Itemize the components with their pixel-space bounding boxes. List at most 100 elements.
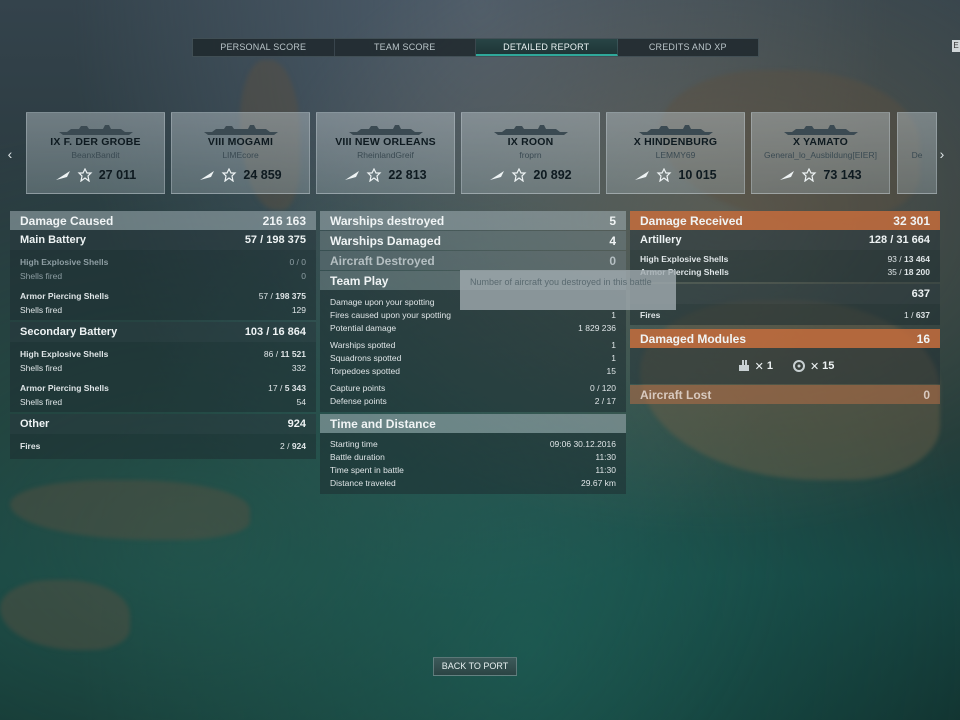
received-fires-header: 637 xyxy=(630,284,940,304)
artillery-details: High Explosive Shells 93 / 13 464 Armor P… xyxy=(630,250,940,282)
artillery-value: 128 / 31 664 xyxy=(868,234,930,246)
team-play-label: Team Play xyxy=(330,273,389,288)
ship-stats: 10 015 xyxy=(607,167,744,183)
ship-score: 27 011 xyxy=(98,168,137,182)
medal-icon xyxy=(366,167,382,183)
received-fires-details: Fires 1 / 637 xyxy=(630,304,940,325)
ship-name: IX ROON xyxy=(507,136,554,148)
ship-silhouette-icon xyxy=(57,123,135,135)
damage-received-label: Damage Received xyxy=(640,213,743,228)
ship-stats: 73 143 xyxy=(752,167,889,183)
damaged-modules-list: ✕ 1 ✕ 15 xyxy=(630,348,940,384)
main-battery-details: High Explosive Shells 0 / 0 Shells fired 0… xyxy=(10,250,316,320)
team-play-row: Potential damage 1 829 236 xyxy=(330,323,616,333)
ship-stats: 22 813 xyxy=(317,167,454,183)
ship-card[interactable]: VIII NEW ORLEANS RheinlandGreif 22 813 xyxy=(316,112,455,194)
team-play-row: Capture points 0 / 120 xyxy=(330,383,616,393)
main-battery-label: Main Battery xyxy=(20,234,87,246)
time-row: Battle duration 11:30 xyxy=(330,452,616,462)
other-details: Fires 2 / 924 xyxy=(10,434,316,459)
secondary-battery-header: Secondary Battery 103 / 16 864 xyxy=(10,322,316,342)
time-distance-header: Time and Distance xyxy=(320,414,626,433)
chevron-left-icon[interactable]: ‹ xyxy=(4,146,16,162)
he-shells-fired-row: Shells fired 0 xyxy=(20,271,306,281)
plane-icon xyxy=(199,168,215,182)
aircraft-destroyed-tooltip: Number of aircraft you destroyed in this… xyxy=(460,270,676,310)
ship-silhouette-icon xyxy=(782,123,860,135)
tab-team-score[interactable]: TEAM SCORE xyxy=(335,39,476,56)
aircraft-destroyed-label: Aircraft Destroyed xyxy=(330,253,435,268)
ship-card[interactable]: VIII MOGAMI LIMEcore 24 859 xyxy=(171,112,310,194)
fires-row: Fires 2 / 924 xyxy=(20,441,306,451)
received-ap-row: Armor Piercing Shells 35 / 18 200 xyxy=(640,267,930,277)
time-row: Distance traveled 29.67 km xyxy=(330,478,616,488)
team-play-row: Defense points 2 / 17 xyxy=(330,396,616,406)
other-header: Other 924 xyxy=(10,414,316,434)
time-distance-details: Starting time 09:06 30.12.2016 Battle dur… xyxy=(320,433,626,494)
time-distance-label: Time and Distance xyxy=(330,416,436,431)
aircraft-destroyed-value: 0 xyxy=(609,253,616,268)
medal-icon xyxy=(656,167,672,183)
gun-turret-icon xyxy=(738,360,749,371)
damage-received-value: 32 301 xyxy=(893,213,930,228)
ship-stats: 24 859 xyxy=(172,167,309,183)
ship-player: De xyxy=(911,150,923,160)
ship-name: VIII NEW ORLEANS xyxy=(335,136,436,148)
damage-caused-value: 216 163 xyxy=(262,213,306,228)
ship-stats: 20 892 xyxy=(462,167,599,183)
engine-icon xyxy=(792,360,805,372)
aircraft-lost-value: 0 xyxy=(923,387,930,402)
medal-icon xyxy=(221,167,237,183)
main-battery-value: 57 / 198 375 xyxy=(244,234,306,246)
background-rock xyxy=(10,480,250,540)
plane-icon xyxy=(344,168,360,182)
ship-player: BeanxBandit xyxy=(71,150,120,160)
ship-card[interactable]: X HINDENBURG LEMMY69 10 015 xyxy=(606,112,745,194)
module-gun-turret: ✕ 1 xyxy=(736,358,773,374)
sec-ap-fired-row: Shells fired 54 xyxy=(20,397,306,407)
plane-icon xyxy=(489,168,505,182)
ship-player: LEMMY69 xyxy=(655,150,696,160)
medal-icon xyxy=(801,167,817,183)
back-to-port-button[interactable]: BACK TO PORT xyxy=(433,657,517,676)
damaged-modules-label: Damaged Modules xyxy=(640,331,747,346)
warships-damaged-value: 4 xyxy=(609,233,616,248)
aircraft-destroyed-header[interactable]: Aircraft Destroyed 0 xyxy=(320,251,626,270)
ship-card[interactable]: IX F. DER GROBE BeanxBandit 27 011 xyxy=(26,112,165,194)
damaged-modules-header: Damaged Modules 16 xyxy=(630,329,940,348)
time-row: Time spent in battle 11:30 xyxy=(330,465,616,475)
received-fires-header-value: 637 xyxy=(911,288,930,300)
background-rock xyxy=(0,580,130,650)
ship-score: 20 892 xyxy=(533,168,572,182)
ap-shells-row: Armor Piercing Shells 57 / 198 375 xyxy=(20,291,306,301)
team-play-row: Torpedoes spotted 15 xyxy=(330,366,616,376)
ship-name: VIII MOGAMI xyxy=(207,136,274,148)
ship-card[interactable]: IX ROON froprn 20 892 xyxy=(461,112,600,194)
secondary-battery-label: Secondary Battery xyxy=(20,326,118,338)
artillery-header: Artillery 128 / 31 664 xyxy=(630,230,940,250)
received-he-row: High Explosive Shells 93 / 13 464 xyxy=(640,254,930,264)
aircraft-lost-header: Aircraft Lost 0 xyxy=(630,385,940,404)
chevron-right-icon[interactable]: › xyxy=(936,146,948,162)
artillery-label: Artillery xyxy=(640,234,682,246)
tab-credits-and-xp[interactable]: CREDITS AND XP xyxy=(618,39,759,56)
ship-score: 24 859 xyxy=(243,168,282,182)
ship-silhouette-icon xyxy=(347,123,425,135)
time-row: Starting time 09:06 30.12.2016 xyxy=(330,439,616,449)
tab-personal-score[interactable]: PERSONAL SCORE xyxy=(193,39,335,56)
ship-name: X YAMATO xyxy=(793,136,848,148)
warships-destroyed-value: 5 xyxy=(609,213,616,228)
plane-icon xyxy=(779,168,795,182)
medal-icon xyxy=(77,167,93,183)
tab-detailed-report[interactable]: DETAILED REPORT xyxy=(476,39,618,56)
ship-card[interactable]: De xyxy=(897,112,937,194)
sec-ap-row: Armor Piercing Shells 17 / 5 343 xyxy=(20,383,306,393)
menu-icon[interactable]: E xyxy=(952,40,960,52)
damage-received-header: Damage Received 32 301 xyxy=(630,211,940,230)
ship-card[interactable]: X YAMATO General_lo_Ausbildung[EIER] 73 14… xyxy=(751,112,890,194)
combat-summary-panel: Warships destroyed 5 Warships Damaged 4 … xyxy=(320,211,626,494)
sec-he-row: High Explosive Shells 86 / 11 521 xyxy=(20,349,306,359)
ship-score: 73 143 xyxy=(823,168,862,182)
sec-he-fired-row: Shells fired 332 xyxy=(20,363,306,373)
other-label: Other xyxy=(20,418,50,430)
